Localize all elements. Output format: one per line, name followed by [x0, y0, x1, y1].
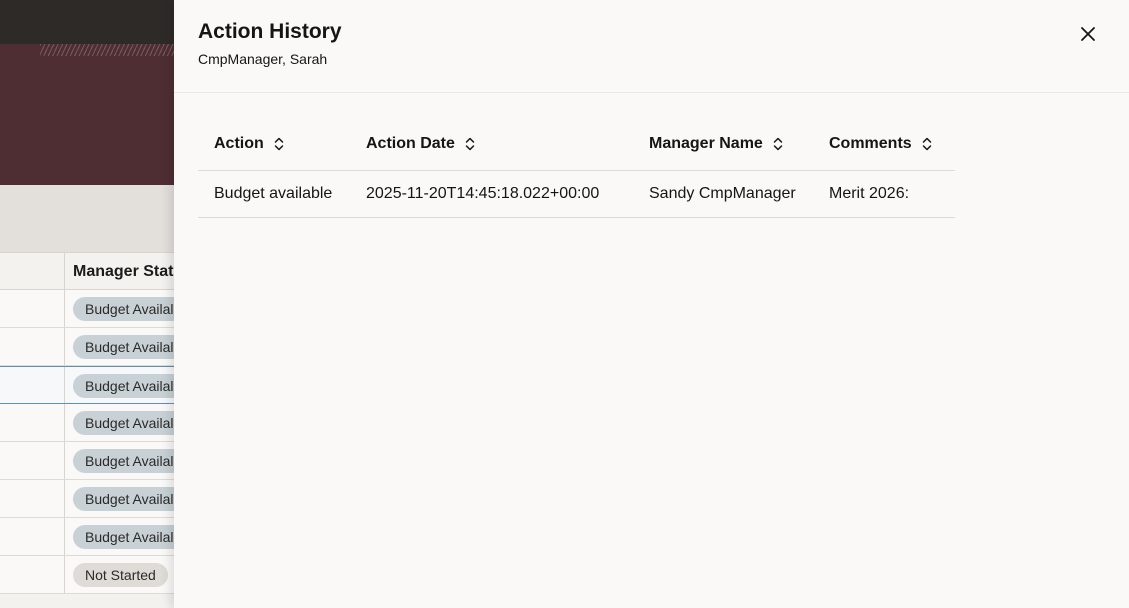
column-header-label: Manager Name	[649, 134, 763, 152]
status-badge: Not Started	[73, 563, 168, 587]
column-divider	[64, 442, 65, 479]
screen: Manager Stat Budget Availal Budget Avail…	[0, 0, 1129, 608]
column-header-manager-name[interactable]: Manager Name	[633, 118, 813, 171]
column-divider	[64, 556, 65, 593]
table-row[interactable]: Budget available 2025-11-20T14:45:18.022…	[198, 170, 955, 218]
drawer-subtitle: CmpManager, Sarah	[198, 51, 328, 67]
table-header-row: Action Action Date Manager Name Comments	[198, 118, 955, 171]
close-button[interactable]	[1074, 20, 1102, 48]
column-header-label: Action Date	[366, 134, 455, 152]
column-divider	[64, 518, 65, 555]
drawer-header: Action History CmpManager, Sarah	[174, 0, 1129, 93]
close-icon	[1081, 27, 1095, 41]
sort-icon[interactable]	[773, 137, 783, 151]
column-divider	[64, 328, 65, 365]
status-badge: Budget Availal	[73, 411, 186, 435]
manager-status-column-header[interactable]: Manager Stat	[73, 263, 173, 281]
status-badge: Budget Availal	[73, 487, 186, 511]
status-badge: Budget Availal	[73, 335, 186, 359]
column-divider	[64, 480, 65, 517]
column-header-label: Action	[214, 134, 264, 152]
column-header-label: Comments	[829, 134, 912, 152]
status-badge: Budget Availal	[73, 525, 186, 549]
cell-manager-name: Sandy CmpManager	[633, 170, 813, 218]
action-history-table: Action Action Date Manager Name Comments…	[198, 118, 955, 218]
column-divider	[64, 367, 65, 403]
status-badge: Budget Availal	[73, 374, 186, 398]
column-header-action-date[interactable]: Action Date	[350, 118, 633, 171]
sort-icon[interactable]	[465, 137, 475, 151]
status-badge: Budget Availal	[73, 449, 186, 473]
status-badge: Budget Availal	[73, 297, 186, 321]
column-header-comments[interactable]: Comments	[813, 118, 955, 171]
column-divider	[64, 290, 65, 327]
cell-comments: Merit 2026:	[813, 170, 955, 218]
cell-action: Budget available	[198, 170, 350, 218]
drawer-title: Action History	[198, 20, 342, 43]
column-divider	[64, 253, 65, 289]
sort-icon[interactable]	[922, 137, 932, 151]
column-divider	[64, 404, 65, 441]
action-history-drawer: Action History CmpManager, Sarah Action …	[174, 0, 1129, 608]
sort-icon[interactable]	[274, 137, 284, 151]
cell-action-date: 2025-11-20T14:45:18.022+00:00	[350, 170, 633, 218]
column-header-action[interactable]: Action	[198, 118, 350, 171]
